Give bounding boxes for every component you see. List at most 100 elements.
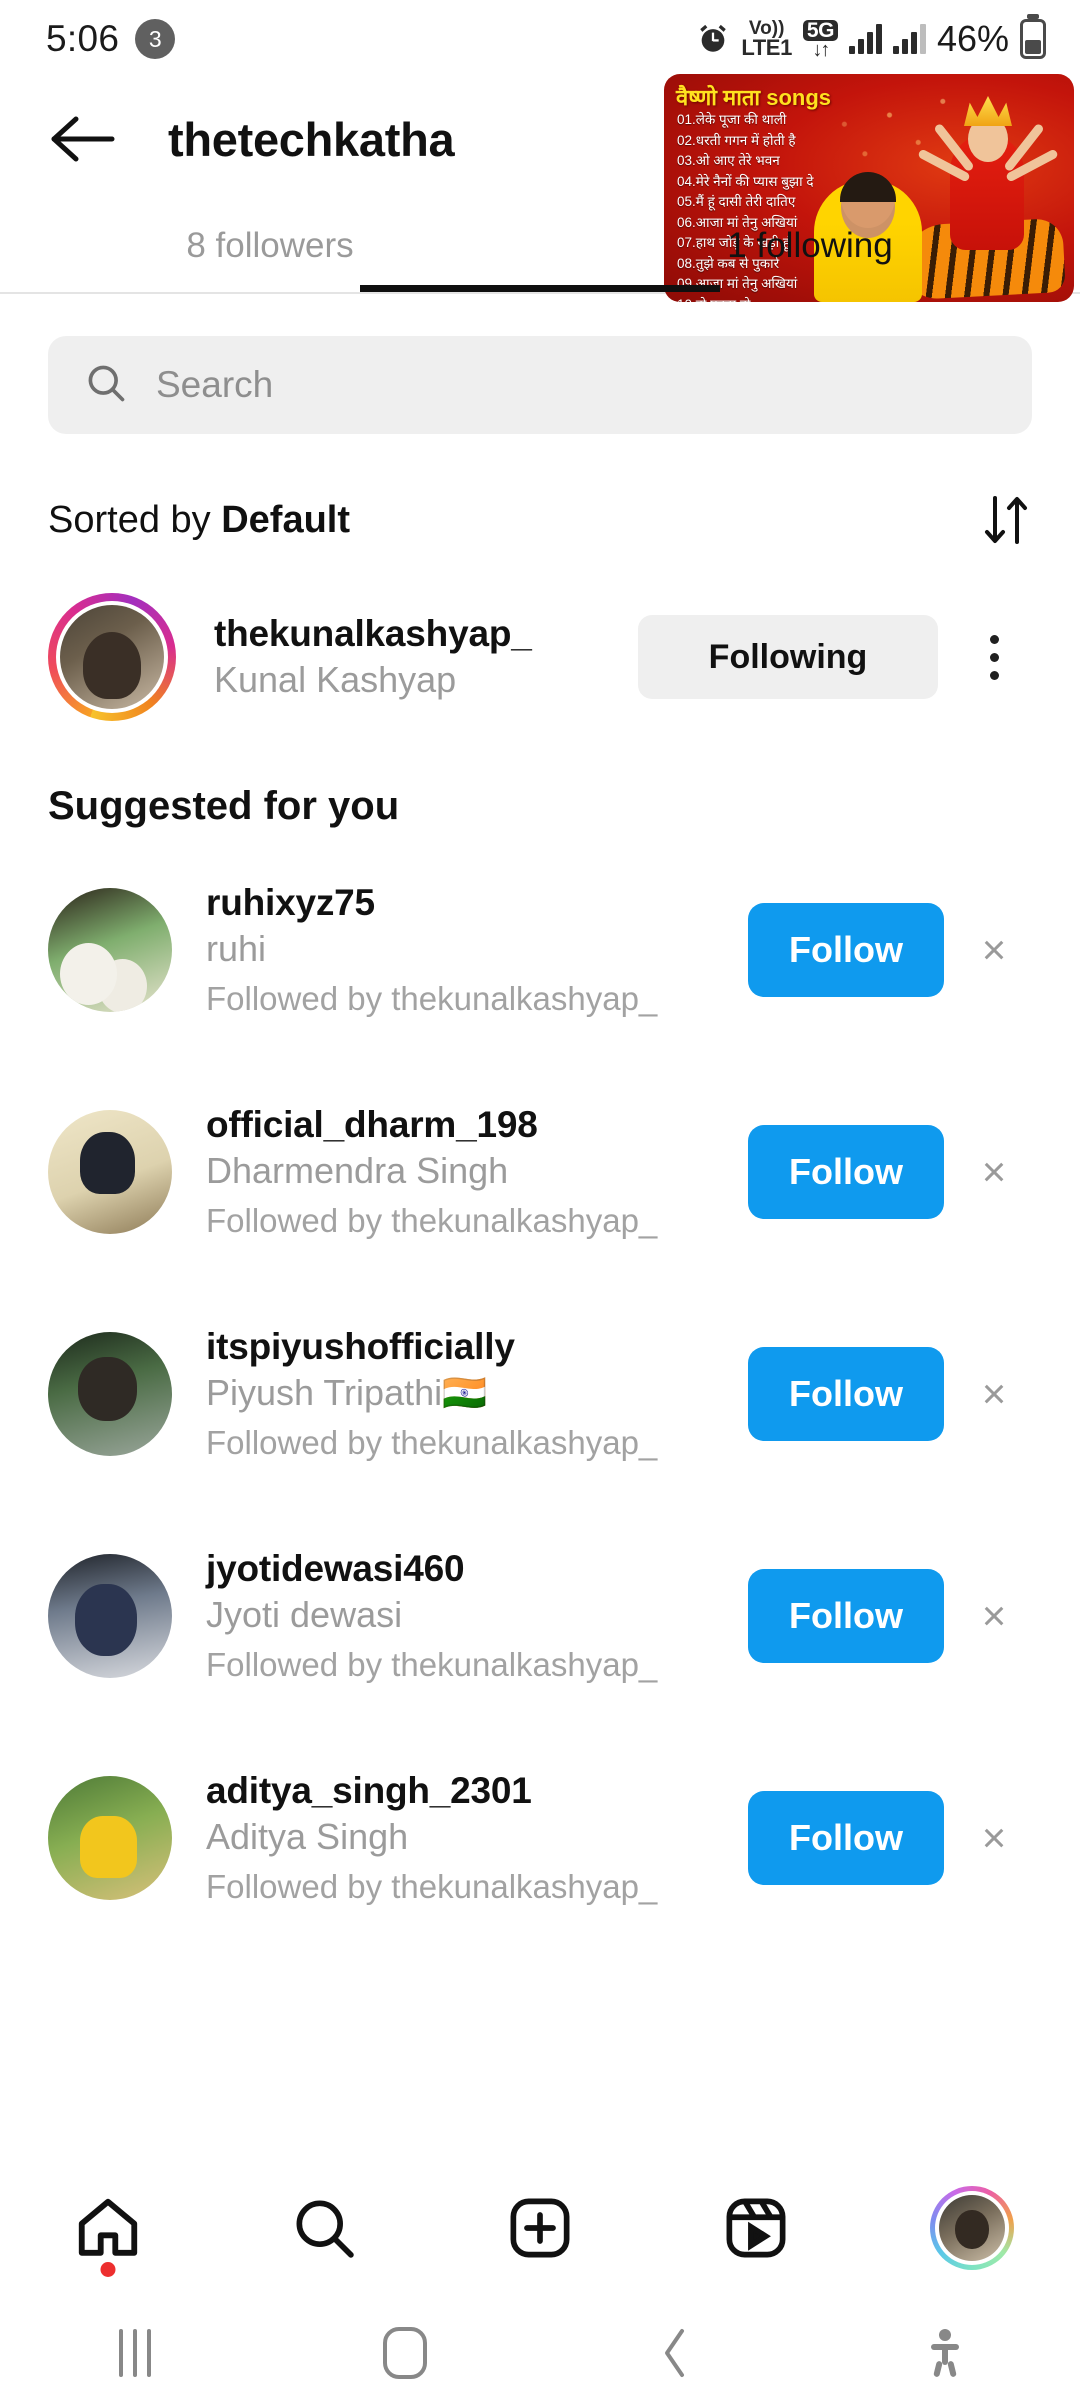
volte-indicator: Vo)) LTE1 <box>741 18 792 60</box>
fullname: Kunal Kashyap <box>214 659 457 700</box>
follow-button[interactable]: Follow <box>748 1569 944 1663</box>
nav-reels[interactable] <box>681 2173 831 2283</box>
user-names: itspiyushofficially Piyush Tripathi🇮🇳 Foll… <box>206 1326 748 1462</box>
following-button[interactable]: Following <box>638 615 938 699</box>
suggested-user-row[interactable]: official_dharm_198 Dharmendra Singh Follow… <box>0 1061 1080 1283</box>
avatar[interactable] <box>48 1554 172 1678</box>
sort-arrows-icon[interactable] <box>980 492 1032 548</box>
follow-button[interactable]: Follow <box>748 1125 944 1219</box>
android-recents-button[interactable] <box>0 2329 270 2377</box>
page-title: thetechkatha <box>168 112 455 166</box>
android-home-button[interactable] <box>270 2327 540 2379</box>
close-icon[interactable]: × <box>956 1370 1032 1418</box>
suggested-list: ruhixyz75 ruhi Followed by thekunalkashyap… <box>0 839 1080 1949</box>
suggested-user-row[interactable]: jyotidewasi460 Jyoti dewasi Followed by th… <box>0 1505 1080 1727</box>
status-bar: 5:06 3 Vo)) LTE1 5G ↓↑ 46% <box>0 0 1080 78</box>
search-input[interactable]: Search <box>48 336 1032 434</box>
bottom-navigation <box>0 2158 1080 2298</box>
battery-icon <box>1020 19 1046 59</box>
user-names: ruhixyz75 ruhi Followed by thekunalkashyap… <box>206 882 748 1018</box>
kebab-menu-icon[interactable] <box>956 634 1032 680</box>
user-names: aditya_singh_2301 Aditya Singh Followed by… <box>206 1770 748 1906</box>
avatar[interactable] <box>48 1110 172 1234</box>
search-section: Search <box>0 294 1080 434</box>
suggested-user-row[interactable]: aditya_singh_2301 Aditya Singh Followed by… <box>0 1727 1080 1949</box>
user-names: thekunalkashyap_ Kunal Kashyap <box>214 613 638 701</box>
suggested-user-row[interactable]: itspiyushofficially Piyush Tripathi🇮🇳 Foll… <box>0 1283 1080 1505</box>
thumbnail-track-item: 01.लेके पूजा की थाली <box>677 112 787 127</box>
user-names: official_dharm_198 Dharmendra Singh Follow… <box>206 1104 748 1240</box>
sort-value: Default <box>221 498 351 541</box>
fullname: Piyush Tripathi🇮🇳 <box>206 1372 487 1413</box>
follow-button[interactable]: Follow <box>748 1347 944 1441</box>
profile-avatar-ring <box>930 2186 1014 2270</box>
sort-label[interactable]: Sorted by Default <box>48 499 350 542</box>
close-icon[interactable]: × <box>956 1148 1032 1196</box>
follow-button[interactable]: Follow <box>748 1791 944 1885</box>
notification-count-badge: 3 <box>135 19 176 59</box>
follow-button[interactable]: Follow <box>748 903 944 997</box>
fullname: Dharmendra Singh <box>206 1150 509 1191</box>
instagram-following-screen: 5:06 3 Vo)) LTE1 5G ↓↑ 46% thetechkatha … <box>0 0 1080 2408</box>
suggested-section-title: Suggested for you <box>48 784 400 828</box>
back-button[interactable] <box>40 96 126 182</box>
avatar[interactable] <box>48 1776 172 1900</box>
username[interactable]: aditya_singh_2301 <box>206 1770 748 1812</box>
username[interactable]: itspiyushofficially <box>206 1326 748 1368</box>
avatar-story-ring[interactable] <box>48 593 176 721</box>
username[interactable]: official_dharm_198 <box>206 1104 748 1146</box>
followed-by-context: Followed by thekunalkashyap_ <box>206 980 658 1017</box>
avatar[interactable] <box>48 1332 172 1456</box>
fullname: Jyoti dewasi <box>206 1594 403 1635</box>
thumbnail-track-item: 10.दो एकम दो <box>677 295 892 302</box>
profile-tabs: 8 followers 1 following <box>0 200 1080 292</box>
active-tab-underline <box>360 285 720 292</box>
thumbnail-track-item: 04.मेरे नैनों की प्यास बुझा दे <box>677 173 814 189</box>
battery-percent: 46% <box>936 18 1009 59</box>
alarm-icon <box>696 22 730 56</box>
android-accessibility-button[interactable] <box>810 2325 1080 2381</box>
followed-by-context: Followed by thekunalkashyap_ <box>206 1202 658 1239</box>
close-icon[interactable]: × <box>956 1814 1032 1862</box>
nav-search[interactable] <box>249 2173 399 2283</box>
avatar[interactable] <box>48 888 172 1012</box>
profile-avatar <box>939 2195 1005 2261</box>
search-icon <box>84 361 128 410</box>
data-arrows-icon: ↓↑ <box>812 38 830 61</box>
nav-create[interactable] <box>465 2173 615 2283</box>
sort-row: Sorted by Default <box>0 434 1080 548</box>
nav-profile[interactable] <box>897 2173 1047 2283</box>
nav-home[interactable] <box>33 2173 183 2283</box>
followed-by-context: Followed by thekunalkashyap_ <box>206 1424 658 1461</box>
status-bar-right: Vo)) LTE1 5G ↓↑ 46% <box>696 18 1046 60</box>
thumbnail-track-item: 03.ओ आए तेरे भवन <box>677 153 780 169</box>
username[interactable]: jyotidewasi460 <box>206 1548 748 1590</box>
network-type-icon: 5G ↓↑ <box>802 19 838 61</box>
thumbnail-track-item: 02.धरती गगन में होती है <box>677 132 796 148</box>
following-row[interactable]: thekunalkashyap_ Kunal Kashyap Following <box>0 582 1080 732</box>
close-icon[interactable]: × <box>956 1592 1032 1640</box>
user-names: jyotidewasi460 Jyoti dewasi Followed by th… <box>206 1548 748 1684</box>
tab-followers[interactable]: 8 followers <box>0 200 540 292</box>
close-icon[interactable]: × <box>956 926 1032 974</box>
search-placeholder: Search <box>156 364 274 405</box>
android-navigation-bar <box>0 2298 1080 2408</box>
fullname: ruhi <box>206 928 267 969</box>
back-chevron-icon <box>665 2329 684 2377</box>
avatar <box>60 605 164 709</box>
suggested-user-row[interactable]: ruhixyz75 ruhi Followed by thekunalkashyap… <box>0 839 1080 1061</box>
username[interactable]: ruhixyz75 <box>206 882 748 924</box>
android-back-button[interactable] <box>540 2325 810 2381</box>
accessibility-icon <box>931 2329 959 2377</box>
recents-icon <box>119 2329 151 2377</box>
home-pill-icon <box>383 2327 427 2379</box>
tab-following[interactable]: 1 following <box>540 200 1080 292</box>
home-notification-dot <box>100 2262 116 2277</box>
sort-prefix: Sorted by <box>48 498 222 541</box>
signal-bars-sim2-icon <box>892 24 926 54</box>
fullname: Aditya Singh <box>206 1816 409 1857</box>
followed-by-context: Followed by thekunalkashyap_ <box>206 1868 658 1905</box>
username[interactable]: thekunalkashyap_ <box>214 613 638 655</box>
followed-by-context: Followed by thekunalkashyap_ <box>206 1646 658 1683</box>
status-time: 5:06 <box>46 18 120 59</box>
